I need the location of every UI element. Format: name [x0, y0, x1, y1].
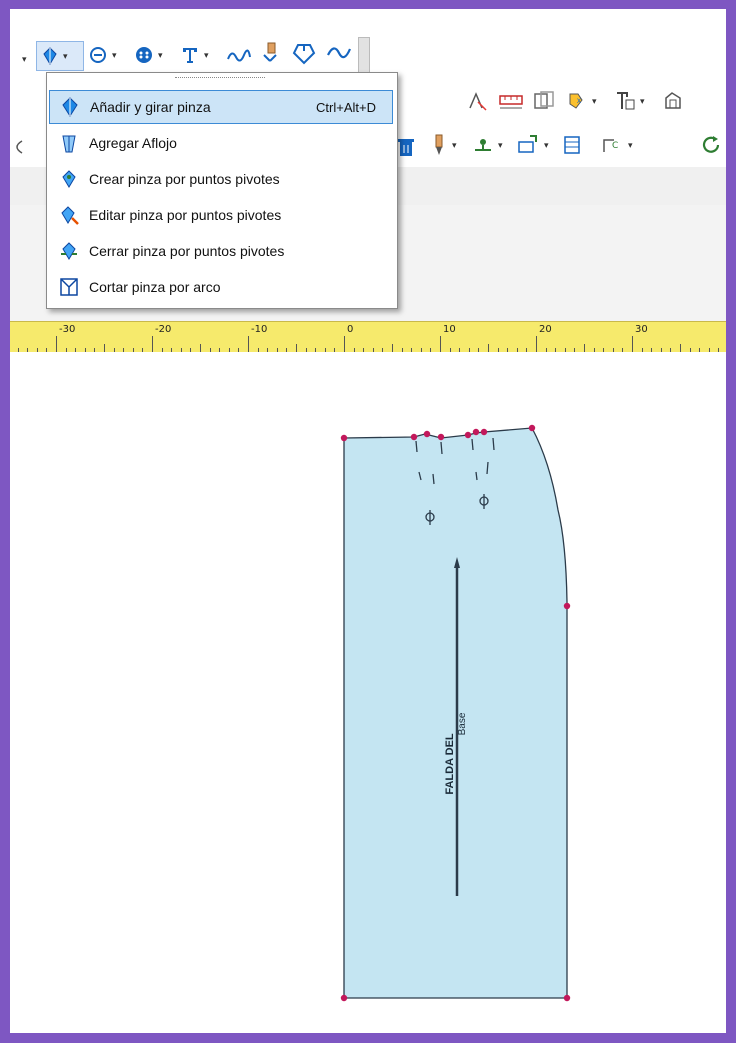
- menu-item-label: Crear pinza por puntos pivotes: [89, 171, 280, 187]
- menu-item-add-ease[interactable]: Agregar Aflojo: [49, 126, 393, 160]
- horizontal-ruler: -30 -20 -10 0 10 20 30: [10, 321, 726, 353]
- text-block-tool-button[interactable]: ▾: [614, 87, 645, 115]
- curve-tool-icon: [327, 47, 352, 59]
- add-rotate-dart-icon: [62, 97, 78, 117]
- menu-item-label: Añadir y girar pinza: [90, 99, 211, 115]
- grid-icon: [564, 136, 580, 154]
- toolbar-overflow-grip[interactable]: [358, 37, 370, 73]
- text-tool-icon: [183, 48, 197, 63]
- menu-item-label: Editar pinza por puntos pivotes: [89, 207, 282, 223]
- menu-item-close-pivot-dart[interactable]: Cerrar pinza por puntos pivotes: [49, 234, 393, 268]
- ruler-tick: [152, 336, 153, 352]
- ruler-label: -10: [251, 324, 268, 335]
- piece-subname-label: Base: [457, 712, 468, 735]
- pattern-piece-outline[interactable]: [343, 427, 568, 999]
- notch-tool-icon: [292, 44, 316, 65]
- cut-arc-dart-icon: [60, 278, 78, 296]
- node-icon: [475, 139, 491, 151]
- piece-name-label: FALDA DEL: [444, 733, 456, 795]
- circle-tool-button[interactable]: ▾: [88, 41, 117, 69]
- pattern-drawing: FALDA DEL Base: [340, 424, 571, 1002]
- pattern-tool-button[interactable]: [466, 87, 488, 115]
- menu-item-create-pivot-dart[interactable]: Crear pinza por puntos pivotes: [49, 162, 393, 196]
- node-tool-button[interactable]: ▾: [472, 131, 503, 159]
- ruler-tick: [392, 344, 393, 352]
- menu-item-label: Cortar pinza por arco: [89, 279, 221, 295]
- ruler-tick: [200, 344, 201, 352]
- button-tool-button[interactable]: ▾: [134, 41, 163, 69]
- measure-tool-button[interactable]: [498, 87, 524, 115]
- delete-tool-button[interactable]: [396, 133, 416, 161]
- delete-icon: [398, 139, 414, 156]
- pin-tool-icon: [263, 42, 277, 62]
- refresh-tool-button[interactable]: [700, 131, 722, 159]
- copy-tool-button[interactable]: x ▾: [566, 87, 597, 115]
- copy-icon: x: [569, 93, 583, 109]
- ruler-tick: [440, 336, 441, 352]
- app-window: ▾ ▾ ▾ ▾ ▾ x ▾ ▾ ▾ ▾ ▾ C ▾ -30 -20 -10 0 …: [10, 9, 726, 1033]
- create-pivot-dart-icon: [62, 170, 76, 188]
- ruler-label: 20: [539, 324, 552, 335]
- piece-tool-button[interactable]: [662, 87, 684, 115]
- menu-grip[interactable]: [175, 77, 265, 81]
- ruler-tick: [56, 336, 57, 352]
- ruler-tick: [536, 336, 537, 352]
- seam-tool-button[interactable]: [226, 41, 252, 69]
- ruler-label: -20: [155, 324, 172, 335]
- svg-text:x: x: [577, 96, 581, 105]
- menu-item-edit-pivot-dart[interactable]: Editar pinza por puntos pivotes: [49, 198, 393, 232]
- pin-tool-button[interactable]: [260, 39, 282, 67]
- notch-tool-button[interactable]: [292, 39, 316, 67]
- button-tool-icon: [136, 47, 152, 63]
- left-tool-fragment[interactable]: [10, 133, 24, 161]
- align-icon: [518, 135, 537, 153]
- menu-item-label: Cerrar pinza por puntos pivotes: [89, 243, 285, 259]
- ruler-label: 0: [347, 324, 354, 335]
- dart-tool-icon: [43, 47, 57, 65]
- grading-icon: [534, 91, 554, 109]
- toolbar-dropdown-arrow[interactable]: ▾: [18, 45, 27, 73]
- menu-item-cut-arc-dart[interactable]: Cortar pinza por arco: [49, 270, 393, 304]
- piece-icon: [665, 92, 681, 109]
- menu-item-shortcut: Ctrl+Alt+D: [316, 99, 376, 115]
- ruler-label: -30: [59, 324, 76, 335]
- marker-icon: [435, 134, 443, 155]
- ruler-tick: [344, 336, 345, 352]
- dart-tool-button[interactable]: ▾: [36, 41, 84, 71]
- curve-fragment-icon: [16, 140, 23, 154]
- pattern-icon: [469, 92, 487, 111]
- text-block-icon: [617, 92, 635, 110]
- measure-icon: [499, 95, 523, 109]
- ruler-tick: [680, 344, 681, 352]
- rotate-tool-button[interactable]: C ▾: [600, 131, 633, 159]
- text-tool-button[interactable]: ▾: [180, 41, 209, 69]
- menu-item-add-rotate-dart[interactable]: Añadir y girar pinza Ctrl+Alt+D: [49, 90, 393, 124]
- ruler-tick: [296, 344, 297, 352]
- dart-tools-menu: Añadir y girar pinza Ctrl+Alt+D Agregar …: [46, 72, 398, 309]
- ruler-tick: [248, 336, 249, 352]
- refresh-icon: [702, 136, 720, 153]
- close-pivot-dart-icon: [61, 242, 77, 260]
- ruler-tick: [488, 344, 489, 352]
- menu-item-label: Agregar Aflojo: [89, 135, 177, 151]
- grading-tool-button[interactable]: [532, 87, 556, 115]
- ruler-tick: [584, 344, 585, 352]
- rotate-icon: C: [603, 139, 618, 152]
- add-ease-icon: [62, 135, 76, 153]
- ruler-label: 10: [443, 324, 456, 335]
- curve-tool-button[interactable]: [326, 39, 352, 67]
- circle-tool-icon: [90, 47, 106, 63]
- ruler-label: 30: [635, 324, 648, 335]
- grid-tool-button[interactable]: [562, 131, 582, 159]
- edit-pivot-dart-icon: [61, 206, 79, 225]
- svg-text:C: C: [612, 141, 618, 151]
- ruler-tick: [632, 336, 633, 352]
- seam-tool-icon: [227, 49, 251, 62]
- ruler-tick: [104, 344, 105, 352]
- align-tool-button[interactable]: ▾: [516, 131, 549, 159]
- marker-tool-button[interactable]: ▾: [430, 131, 457, 159]
- drawing-canvas[interactable]: FALDA DEL Base: [10, 352, 726, 1033]
